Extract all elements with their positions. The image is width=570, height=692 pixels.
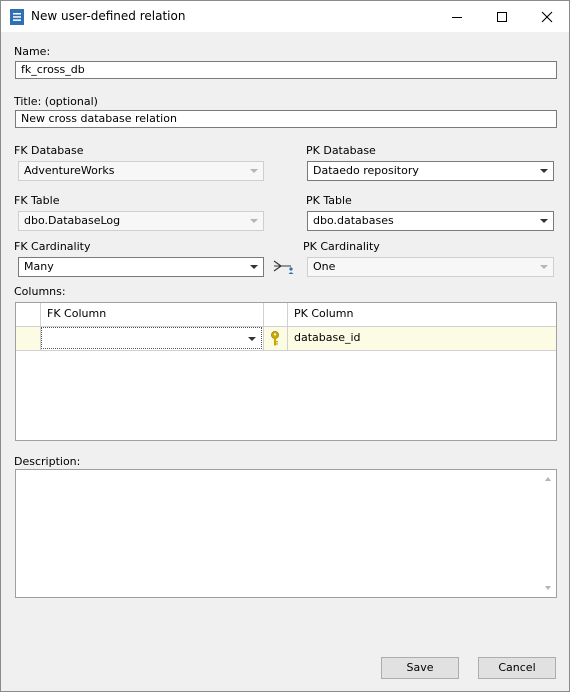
- pk-column-header[interactable]: PK Column: [288, 303, 556, 327]
- fk-database-select[interactable]: AdventureWorks: [18, 161, 264, 181]
- pk-table-select[interactable]: dbo.databases: [307, 211, 554, 231]
- pk-database-label: PK Database: [306, 144, 376, 157]
- chevron-down-icon: [540, 265, 548, 269]
- description-textarea[interactable]: [15, 469, 557, 598]
- columns-grid: FK Column PK Column database_id: [15, 302, 557, 441]
- row-indicator-header: [16, 303, 41, 327]
- pk-cardinality-select[interactable]: One: [307, 257, 554, 277]
- save-button[interactable]: Save: [381, 657, 459, 679]
- fk-database-label: FK Database: [14, 144, 84, 157]
- fk-table-select[interactable]: dbo.DatabaseLog: [18, 211, 264, 231]
- window-title: New user-defined relation: [31, 9, 186, 23]
- chevron-down-icon: [540, 219, 548, 223]
- pk-table-value: dbo.databases: [313, 214, 394, 227]
- scroll-up-icon[interactable]: [545, 477, 551, 481]
- fk-database-value: AdventureWorks: [24, 164, 115, 177]
- chevron-down-icon: [250, 265, 258, 269]
- fk-table-value: dbo.DatabaseLog: [24, 214, 121, 227]
- title-label: Title: (optional): [14, 95, 98, 108]
- fk-column-cell[interactable]: [41, 327, 264, 351]
- pk-column-cell[interactable]: database_id: [288, 327, 556, 351]
- fk-column-editor[interactable]: [41, 327, 262, 349]
- minimize-button[interactable]: [434, 1, 479, 32]
- chevron-down-icon: [540, 169, 548, 173]
- description-label: Description:: [14, 455, 81, 468]
- title-bar: New user-defined relation: [1, 1, 569, 32]
- dialog-window: New user-defined relation Name: fk_cross…: [0, 0, 570, 692]
- pk-database-select[interactable]: Dataedo repository: [307, 161, 554, 181]
- key-cell: [264, 327, 288, 351]
- key-icon: [271, 331, 279, 346]
- key-column-header: [264, 303, 288, 327]
- pk-database-value: Dataedo repository: [313, 164, 419, 177]
- cancel-button[interactable]: Cancel: [478, 657, 556, 679]
- pk-table-label: PK Table: [306, 194, 352, 207]
- minimize-icon: [451, 16, 462, 18]
- fk-cardinality-label: FK Cardinality: [14, 240, 91, 253]
- close-button[interactable]: [524, 1, 569, 32]
- many-to-one-relation-icon: [273, 260, 294, 274]
- pk-cardinality-value: One: [313, 260, 336, 273]
- columns-label: Columns:: [14, 285, 66, 298]
- fk-cardinality-select[interactable]: Many: [18, 257, 264, 277]
- fk-table-label: FK Table: [14, 194, 60, 207]
- chevron-down-icon: [250, 169, 258, 173]
- title-input[interactable]: New cross database relation: [15, 110, 557, 128]
- scroll-down-icon[interactable]: [545, 586, 551, 590]
- chevron-down-icon: [250, 219, 258, 223]
- row-indicator[interactable]: [16, 327, 41, 351]
- fk-cardinality-value: Many: [24, 260, 54, 273]
- pk-cardinality-label: PK Cardinality: [303, 240, 380, 253]
- dataedo-app-icon: [10, 9, 24, 25]
- close-icon: [541, 11, 552, 22]
- chevron-down-icon: [248, 337, 256, 341]
- maximize-icon: [496, 11, 507, 22]
- fk-column-header[interactable]: FK Column: [41, 303, 264, 327]
- name-label: Name:: [14, 45, 51, 58]
- maximize-button[interactable]: [479, 1, 524, 32]
- name-input[interactable]: fk_cross_db: [15, 61, 557, 79]
